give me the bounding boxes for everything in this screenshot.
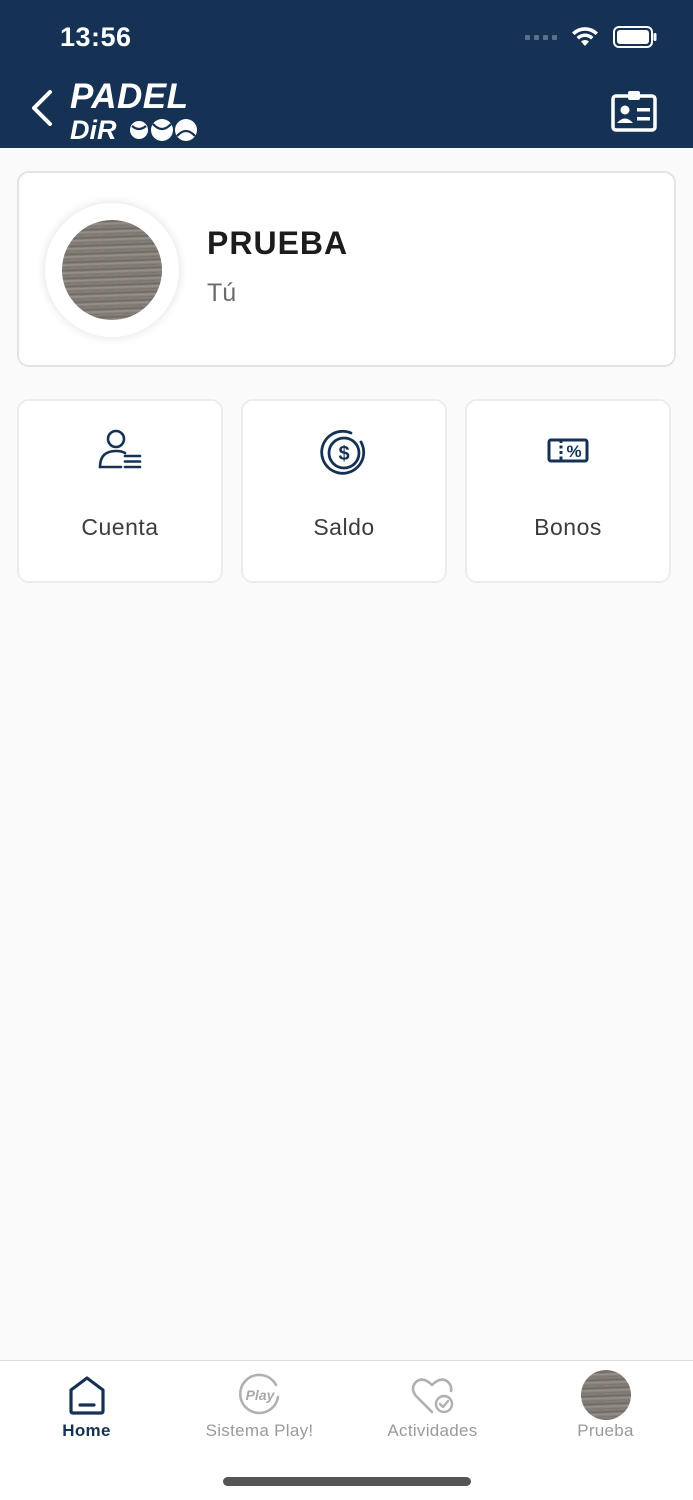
heart-check-icon — [411, 1378, 453, 1414]
svg-text:DiR: DiR — [70, 115, 117, 142]
chevron-left-icon[interactable] — [26, 88, 60, 128]
status-time: 13:56 — [60, 22, 132, 52]
tile-label: Cuenta — [81, 514, 159, 540]
top-navbar: PADEL DiR — [0, 76, 693, 148]
cuenta-tile[interactable]: Cuenta — [17, 399, 223, 583]
tile-label: Bonos — [534, 514, 602, 540]
status-bar: 13:56 — [0, 0, 693, 76]
svg-text:Play: Play — [245, 1387, 275, 1403]
svg-text:$: $ — [338, 443, 349, 465]
tab-label: Sistema Play! — [205, 1421, 314, 1440]
tab-home[interactable]: Home — [0, 1361, 173, 1451]
battery-icon — [613, 26, 657, 48]
svg-text:PADEL: PADEL — [70, 77, 189, 116]
discount-ticket-icon: % — [547, 438, 589, 463]
profile-card: PRUEBA Tú — [17, 171, 676, 367]
tab-label: Home — [62, 1421, 111, 1440]
bonos-tile[interactable]: % Bonos — [465, 399, 671, 583]
profile-name: PRUEBA — [207, 225, 349, 261]
id-card-icon[interactable] — [611, 90, 657, 132]
dollar-coin-icon: $ — [320, 429, 366, 475]
tab-actividades[interactable]: Actividades — [346, 1361, 519, 1451]
padel-dir-logo: PADEL DiR — [70, 77, 197, 142]
saldo-tile[interactable]: $ Saldo — [241, 399, 447, 583]
avatar-frame — [45, 203, 179, 337]
user-list-icon — [98, 429, 142, 469]
tab-label: Prueba — [577, 1421, 634, 1440]
tab-sistema-play[interactable]: Play Sistema Play! — [173, 1361, 346, 1451]
svg-text:%: % — [566, 442, 581, 461]
tab-prueba[interactable]: Prueba — [519, 1361, 692, 1451]
home-icon — [68, 1376, 105, 1415]
profile-subtitle: Tú — [207, 279, 237, 307]
status-icons — [525, 26, 657, 48]
cellular-signal-icon — [525, 35, 557, 40]
home-indicator[interactable] — [223, 1477, 471, 1486]
avatar[interactable] — [62, 220, 162, 320]
avatar — [580, 1370, 631, 1420]
tile-label: Saldo — [313, 514, 375, 540]
wifi-icon — [572, 27, 598, 46]
tab-label: Actividades — [387, 1421, 478, 1440]
play-badge-icon: Play — [238, 1373, 279, 1415]
